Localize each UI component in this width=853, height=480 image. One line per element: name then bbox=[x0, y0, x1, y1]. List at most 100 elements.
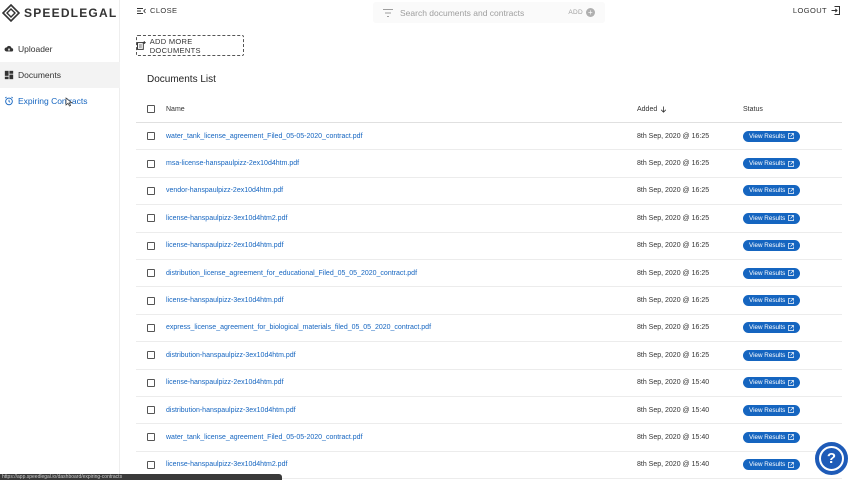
open-external-icon bbox=[788, 242, 795, 249]
table-row[interactable]: license-hanspaulpizz-3ex10d4htm2.pdf 8th … bbox=[136, 205, 842, 233]
logout-button[interactable]: LOGOUT bbox=[793, 6, 840, 15]
sidebar-item-label: Expiring Contracts bbox=[18, 96, 88, 106]
document-name-link[interactable]: vendor-hanspaulpizz-2ex10d4htm.pdf bbox=[166, 187, 637, 194]
view-results-button[interactable]: View Results bbox=[743, 158, 801, 170]
row-checkbox[interactable] bbox=[147, 186, 155, 195]
view-results-button[interactable]: View Results bbox=[743, 349, 801, 361]
add-more-documents-button[interactable]: ADD MORE DOCUMENTS bbox=[136, 35, 244, 56]
alarm-clock-icon bbox=[4, 96, 14, 106]
help-button[interactable]: ? bbox=[815, 442, 848, 475]
document-added-date: 8th Sep, 2020 @ 16:25 bbox=[637, 160, 710, 168]
row-checkbox[interactable] bbox=[147, 132, 155, 141]
document-name-link[interactable]: license-hanspaulpizz-2ex10d4htm.pdf bbox=[166, 379, 637, 386]
logo[interactable]: SPEEDLEGAL bbox=[2, 3, 117, 23]
select-all-checkbox[interactable] bbox=[147, 105, 155, 113]
document-added-date: 8th Sep, 2020 @ 16:25 bbox=[637, 351, 710, 359]
table-row[interactable]: express_license_agreement_for_biological… bbox=[136, 315, 842, 343]
view-results-button[interactable]: View Results bbox=[743, 404, 801, 416]
status-cell: View Results bbox=[743, 377, 842, 389]
view-results-button[interactable]: View Results bbox=[743, 212, 801, 224]
table-row[interactable]: distribution-hanspaulpizz-3ex10d4htm.pdf… bbox=[136, 397, 842, 425]
document-name-link[interactable]: license-hanspaulpizz-3ex10d4htm2.pdf bbox=[166, 215, 637, 222]
sidebar-item-uploader[interactable]: Uploader bbox=[0, 36, 120, 62]
row-check-cell bbox=[136, 241, 166, 250]
document-added-date: 8th Sep, 2020 @ 16:25 bbox=[637, 324, 710, 332]
row-checkbox[interactable] bbox=[147, 351, 155, 360]
filter-icon bbox=[383, 8, 393, 17]
menu-close-icon bbox=[137, 7, 146, 14]
column-header-status: Status bbox=[743, 105, 763, 113]
table-row[interactable]: water_tank_license_agreement_Filed_05-05… bbox=[136, 424, 842, 452]
document-name-link[interactable]: water_tank_license_agreement_Filed_05-05… bbox=[166, 434, 637, 441]
row-checkbox[interactable] bbox=[147, 433, 155, 442]
view-results-button[interactable]: View Results bbox=[743, 185, 801, 197]
view-results-button[interactable]: View Results bbox=[743, 240, 801, 252]
view-results-button[interactable]: View Results bbox=[743, 322, 801, 334]
document-name-link[interactable]: license-hanspaulpizz-2ex10d4htm.pdf bbox=[166, 242, 637, 249]
table-row[interactable]: license-hanspaulpizz-2ex10d4htm.pdf 8th S… bbox=[136, 233, 842, 260]
table-row[interactable]: distribution_license_agreement_for_educa… bbox=[136, 260, 842, 288]
view-results-button[interactable]: View Results bbox=[743, 130, 801, 142]
column-header-name[interactable]: Name bbox=[166, 106, 637, 113]
column-header-added[interactable]: Added bbox=[637, 106, 743, 113]
close-label: CLOSE bbox=[150, 6, 178, 15]
search-bar[interactable]: Search documents and contracts ADD + bbox=[373, 2, 605, 23]
document-name-link[interactable]: distribution-hanspaulpizz-3ex10d4htm.pdf bbox=[166, 352, 637, 359]
search-input[interactable]: Search documents and contracts bbox=[400, 8, 524, 18]
table-row[interactable]: water_tank_license_agreement_Filed_05-05… bbox=[136, 123, 842, 151]
document-added-date: 8th Sep, 2020 @ 16:25 bbox=[637, 297, 710, 305]
status-cell: View Results bbox=[743, 267, 842, 279]
table-body: water_tank_license_agreement_Filed_05-05… bbox=[136, 123, 842, 480]
document-name-link[interactable]: water_tank_license_agreement_Filed_05-05… bbox=[166, 133, 637, 140]
open-external-icon bbox=[788, 462, 795, 468]
document-added-date: 8th Sep, 2020 @ 15:40 bbox=[637, 406, 710, 414]
view-results-button[interactable]: View Results bbox=[743, 377, 801, 389]
document-name-link[interactable]: msa-license-hanspaulpizz-2ex10d4htm.pdf bbox=[166, 160, 637, 167]
row-check-cell bbox=[136, 323, 166, 332]
row-checkbox[interactable] bbox=[147, 214, 155, 223]
select-all-cell bbox=[136, 105, 166, 113]
view-results-button[interactable]: View Results bbox=[743, 431, 801, 443]
page-title: Documents List bbox=[147, 74, 216, 85]
open-external-icon bbox=[788, 407, 795, 413]
table-row[interactable]: vendor-hanspaulpizz-2ex10d4htm.pdf 8th Se… bbox=[136, 178, 842, 206]
row-checkbox[interactable] bbox=[147, 296, 155, 305]
view-results-label: View Results bbox=[749, 351, 786, 359]
document-added-date: 8th Sep, 2020 @ 16:25 bbox=[637, 242, 710, 250]
status-cell: View Results bbox=[743, 349, 842, 361]
table-row[interactable]: distribution-hanspaulpizz-3ex10d4htm.pdf… bbox=[136, 342, 842, 370]
view-results-label: View Results bbox=[749, 187, 786, 195]
row-check-cell bbox=[136, 433, 166, 442]
logout-label: LOGOUT bbox=[792, 6, 827, 15]
view-results-button[interactable]: View Results bbox=[743, 267, 801, 279]
view-results-button[interactable]: View Results bbox=[743, 459, 801, 471]
sidebar-item-documents[interactable]: Documents bbox=[0, 62, 120, 88]
document-added-date: 8th Sep, 2020 @ 15:40 bbox=[637, 433, 710, 441]
document-added-date: 8th Sep, 2020 @ 15:40 bbox=[637, 379, 710, 387]
table-row[interactable]: msa-license-hanspaulpizz-2ex10d4htm.pdf 8… bbox=[136, 150, 842, 178]
open-external-icon bbox=[788, 270, 795, 276]
view-results-button[interactable]: View Results bbox=[743, 295, 801, 307]
close-button[interactable]: CLOSE bbox=[137, 6, 177, 15]
document-name-link[interactable]: express_license_agreement_for_biological… bbox=[166, 324, 637, 331]
sidebar-nav: Uploader Documents Expiring Contracts bbox=[0, 36, 120, 114]
add-button[interactable]: ADD + bbox=[568, 8, 595, 17]
document-name-link[interactable]: distribution-hanspaulpizz-3ex10d4htm.pdf bbox=[166, 407, 637, 414]
row-checkbox[interactable] bbox=[147, 460, 155, 469]
row-checkbox[interactable] bbox=[147, 269, 155, 278]
row-checkbox[interactable] bbox=[147, 406, 155, 415]
row-checkbox[interactable] bbox=[147, 323, 155, 332]
sidebar-item-expiring-contracts[interactable]: Expiring Contracts bbox=[0, 88, 120, 114]
open-external-icon bbox=[788, 434, 795, 441]
open-external-icon bbox=[788, 215, 795, 222]
row-checkbox[interactable] bbox=[147, 241, 155, 250]
row-checkbox[interactable] bbox=[147, 378, 155, 387]
table-row[interactable]: license-hanspaulpizz-3ex10d4htm.pdf 8th S… bbox=[136, 287, 842, 315]
document-name-link[interactable]: license-hanspaulpizz-3ex10d4htm.pdf bbox=[166, 297, 637, 304]
row-checkbox[interactable] bbox=[147, 159, 155, 168]
status-cell: View Results bbox=[743, 130, 842, 142]
table-row[interactable]: license-hanspaulpizz-2ex10d4htm.pdf 8th S… bbox=[136, 370, 842, 397]
row-check-cell bbox=[136, 460, 166, 469]
document-name-link[interactable]: distribution_license_agreement_for_educa… bbox=[166, 270, 637, 277]
document-name-link[interactable]: license-hanspaulpizz-3ex10d4htm2.pdf bbox=[166, 461, 637, 468]
